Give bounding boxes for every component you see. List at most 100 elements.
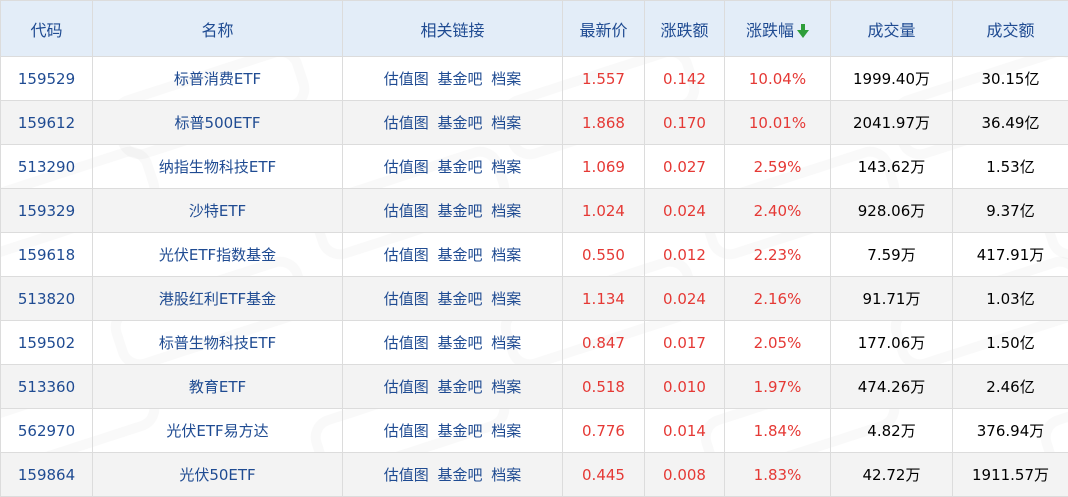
table-row: 159612标普500ETF估值图 基金吧 档案1.8680.17010.01%…: [1, 101, 1068, 145]
cell-volume: 91.71万: [831, 277, 953, 321]
cell-pct: 2.23%: [725, 233, 831, 277]
cell-links: 估值图 基金吧 档案: [343, 409, 563, 453]
fund-forum-link[interactable]: 基金吧: [437, 422, 482, 440]
cell-price: 0.776: [563, 409, 645, 453]
col-header-change[interactable]: 涨跌额: [645, 1, 725, 57]
table-row: 513820港股红利ETF基金估值图 基金吧 档案1.1340.0242.16%…: [1, 277, 1068, 321]
cell-links: 估值图 基金吧 档案: [343, 189, 563, 233]
cell-volume: 4.82万: [831, 409, 953, 453]
cell-price: 0.847: [563, 321, 645, 365]
col-header-amount[interactable]: 成交额: [953, 1, 1068, 57]
valuation-chart-link[interactable]: 估值图: [384, 422, 429, 440]
valuation-chart-link[interactable]: 估值图: [384, 334, 429, 352]
valuation-chart-link[interactable]: 估值图: [384, 70, 429, 88]
cell-code: 159502: [1, 321, 93, 365]
fund-code-link[interactable]: 513820: [18, 290, 75, 308]
valuation-chart-link[interactable]: 估值图: [384, 202, 429, 220]
sort-down-arrow-icon[interactable]: [797, 24, 809, 38]
cell-code: 513290: [1, 145, 93, 189]
col-header-pct-label: 涨跌幅: [746, 21, 794, 40]
cell-volume: 2041.97万: [831, 101, 953, 145]
cell-volume: 177.06万: [831, 321, 953, 365]
cell-price: 0.518: [563, 365, 645, 409]
valuation-chart-link[interactable]: 估值图: [384, 290, 429, 308]
fund-code-link[interactable]: 159529: [18, 70, 75, 88]
cell-price: 1.024: [563, 189, 645, 233]
table-body: 159529标普消费ETF估值图 基金吧 档案1.5570.14210.04%1…: [1, 57, 1068, 497]
cell-price: 0.550: [563, 233, 645, 277]
table-row: 159864光伏50ETF估值图 基金吧 档案0.4450.0081.83%42…: [1, 453, 1068, 497]
fund-profile-link[interactable]: 档案: [491, 202, 521, 220]
cell-amount: 36.49亿: [953, 101, 1068, 145]
valuation-chart-link[interactable]: 估值图: [384, 246, 429, 264]
col-header-volume[interactable]: 成交量: [831, 1, 953, 57]
fund-forum-link[interactable]: 基金吧: [437, 466, 482, 484]
fund-code-link[interactable]: 159864: [18, 466, 75, 484]
cell-links: 估值图 基金吧 档案: [343, 277, 563, 321]
fund-code-link[interactable]: 562970: [18, 422, 75, 440]
cell-change: 0.012: [645, 233, 725, 277]
cell-change: 0.027: [645, 145, 725, 189]
cell-amount: 1.53亿: [953, 145, 1068, 189]
cell-code: 159529: [1, 57, 93, 101]
cell-code: 513360: [1, 365, 93, 409]
cell-amount: 1.03亿: [953, 277, 1068, 321]
fund-name-link[interactable]: 光伏50ETF: [179, 466, 255, 484]
fund-profile-link[interactable]: 档案: [491, 246, 521, 264]
cell-pct: 1.97%: [725, 365, 831, 409]
cell-price: 0.445: [563, 453, 645, 497]
fund-code-link[interactable]: 159329: [18, 202, 75, 220]
fund-code-link[interactable]: 159502: [18, 334, 75, 352]
fund-code-link[interactable]: 513290: [18, 158, 75, 176]
table-header-row: 代码 名称 相关链接 最新价 涨跌额 涨跌幅 成交量 成交额: [1, 1, 1068, 57]
fund-profile-link[interactable]: 档案: [491, 422, 521, 440]
cell-links: 估值图 基金吧 档案: [343, 57, 563, 101]
etf-ranking-table: 代码 名称 相关链接 最新价 涨跌额 涨跌幅 成交量 成交额 159529 标普消…: [0, 0, 1068, 497]
valuation-chart-link[interactable]: 估值图: [384, 378, 429, 396]
valuation-chart-link[interactable]: 估值图: [384, 114, 429, 132]
fund-code-link[interactable]: 513360: [18, 378, 75, 396]
cell-code: 159864: [1, 453, 93, 497]
fund-profile-link[interactable]: 档案: [491, 158, 521, 176]
fund-forum-link[interactable]: 基金吧: [437, 246, 482, 264]
fund-name-link[interactable]: 光伏ETF易方达: [166, 422, 268, 440]
cell-change: 0.024: [645, 189, 725, 233]
cell-price: 1.134: [563, 277, 645, 321]
col-header-pct[interactable]: 涨跌幅: [725, 1, 831, 57]
fund-forum-link[interactable]: 基金吧: [437, 158, 482, 176]
fund-name-link[interactable]: 纳指生物科技ETF: [159, 158, 276, 176]
fund-code-link[interactable]: 159612: [18, 114, 75, 132]
fund-profile-link[interactable]: 档案: [491, 290, 521, 308]
fund-forum-link[interactable]: 基金吧: [437, 202, 482, 220]
cell-change: 0.008: [645, 453, 725, 497]
cell-change: 0.170: [645, 101, 725, 145]
cell-pct: 1.84%: [725, 409, 831, 453]
fund-profile-link[interactable]: 档案: [491, 70, 521, 88]
col-header-price[interactable]: 最新价: [563, 1, 645, 57]
fund-name-link[interactable]: 港股红利ETF基金: [159, 290, 276, 308]
fund-code-link[interactable]: 159618: [18, 246, 75, 264]
table-row: 159502标普生物科技ETF估值图 基金吧 档案0.8470.0172.05%…: [1, 321, 1068, 365]
fund-profile-link[interactable]: 档案: [491, 378, 521, 396]
fund-name-link[interactable]: 标普生物科技ETF: [159, 334, 276, 352]
valuation-chart-link[interactable]: 估值图: [384, 158, 429, 176]
fund-forum-link[interactable]: 基金吧: [437, 70, 482, 88]
fund-forum-link[interactable]: 基金吧: [437, 378, 482, 396]
valuation-chart-link[interactable]: 估值图: [384, 466, 429, 484]
col-header-code[interactable]: 代码: [1, 1, 93, 57]
fund-forum-link[interactable]: 基金吧: [437, 334, 482, 352]
fund-profile-link[interactable]: 档案: [491, 114, 521, 132]
fund-profile-link[interactable]: 档案: [491, 334, 521, 352]
fund-name-link[interactable]: 标普消费ETF: [174, 70, 261, 88]
fund-forum-link[interactable]: 基金吧: [437, 290, 482, 308]
fund-name-link[interactable]: 沙特ETF: [189, 202, 246, 220]
fund-forum-link[interactable]: 基金吧: [437, 114, 482, 132]
cell-amount: 1.50亿: [953, 321, 1068, 365]
col-header-name[interactable]: 名称: [93, 1, 343, 57]
fund-name-link[interactable]: 标普500ETF: [175, 114, 261, 132]
fund-name-link[interactable]: 教育ETF: [189, 378, 246, 396]
fund-profile-link[interactable]: 档案: [491, 466, 521, 484]
fund-name-link[interactable]: 光伏ETF指数基金: [159, 246, 276, 264]
cell-price: 1.868: [563, 101, 645, 145]
cell-links: 估值图 基金吧 档案: [343, 101, 563, 145]
